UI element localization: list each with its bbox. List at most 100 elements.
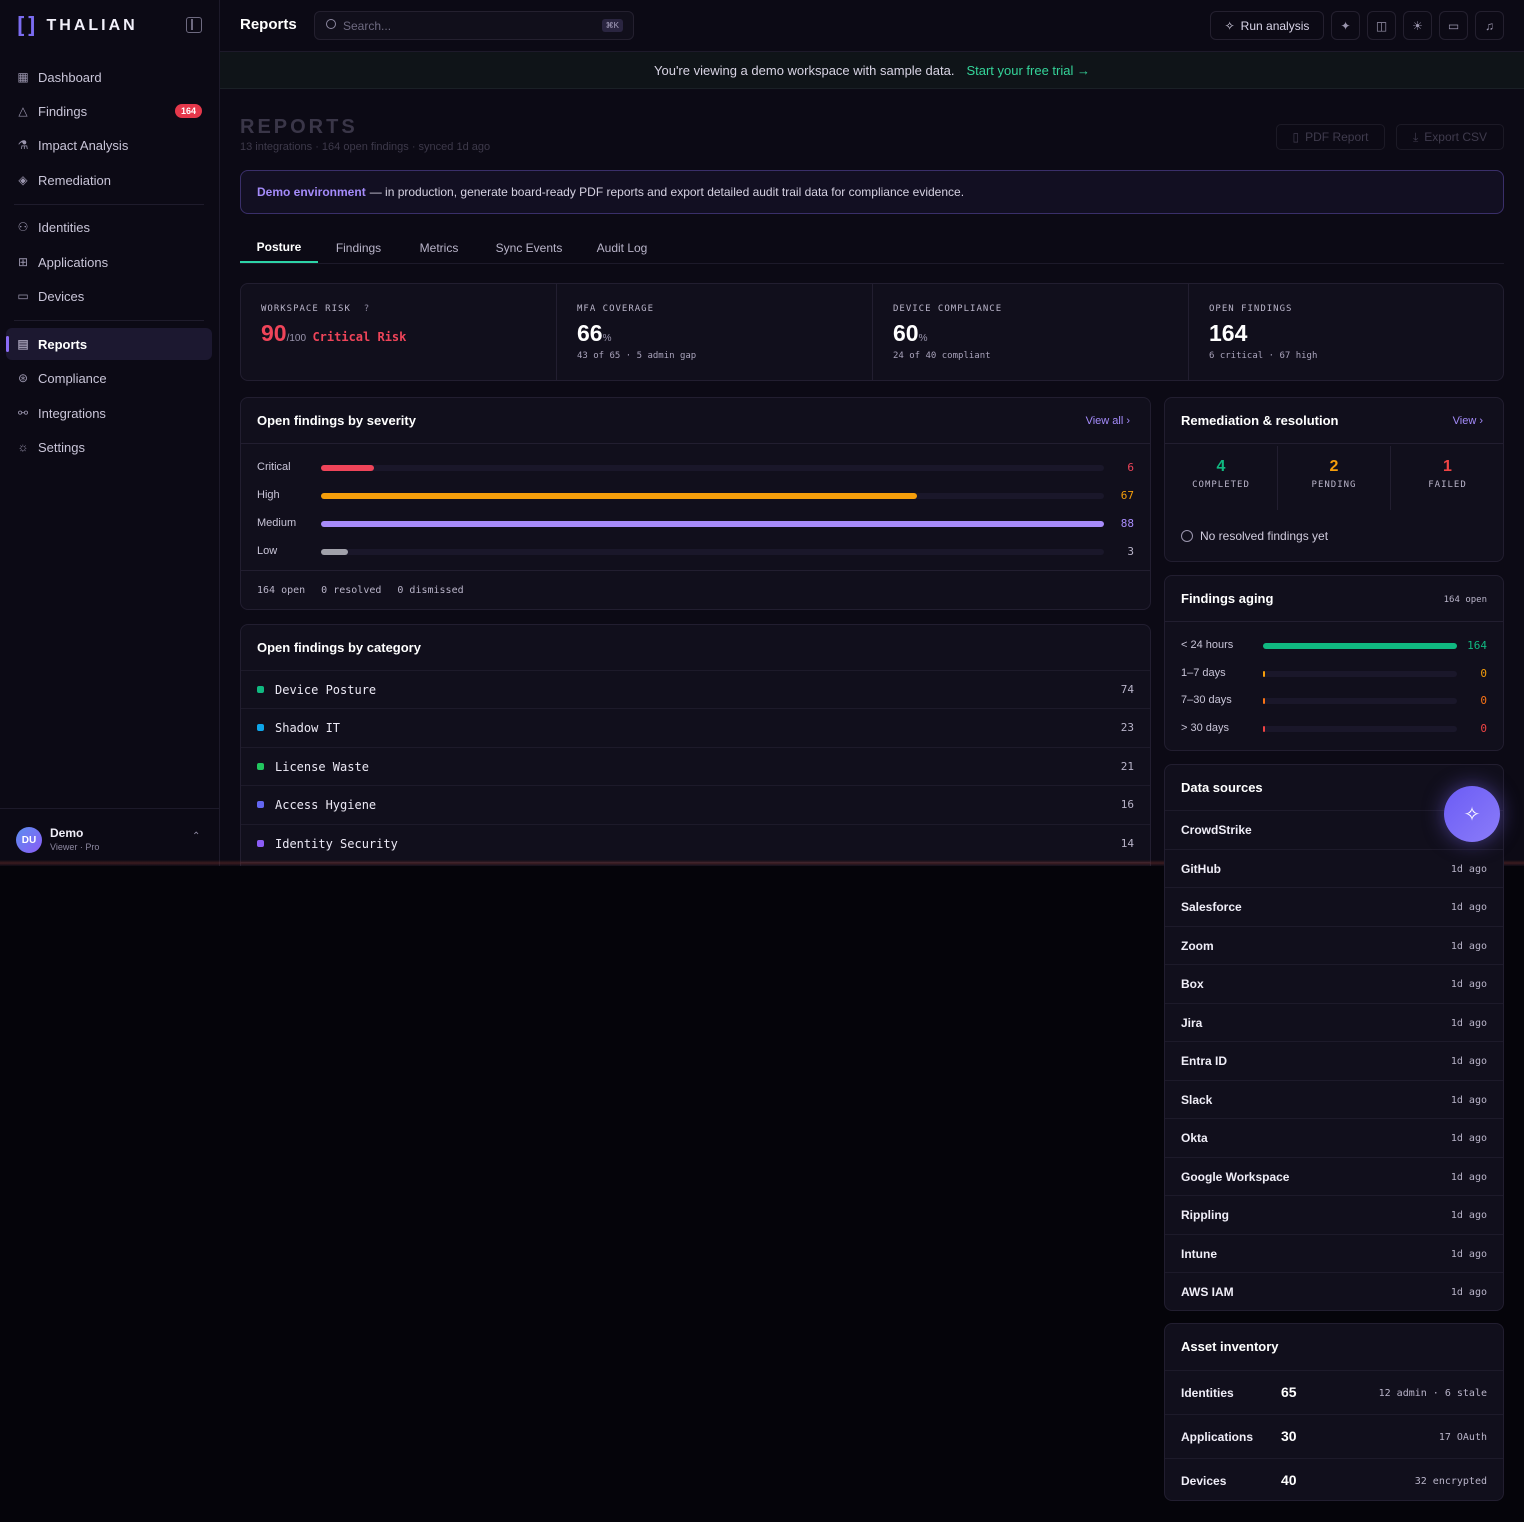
book-icon[interactable]: ◫: [1367, 11, 1396, 40]
data-source-row[interactable]: Entra ID 1d ago: [1165, 1041, 1503, 1079]
source-name: GitHub: [1181, 861, 1221, 876]
category-name: Identity Security: [275, 836, 398, 851]
sidebar-item-devices[interactable]: ▭ Devices: [6, 280, 212, 312]
tab-audit-log[interactable]: Audit Log: [588, 232, 656, 263]
source-sync-time: 1d ago: [1450, 863, 1487, 875]
tab-sync-events[interactable]: Sync Events: [486, 232, 572, 263]
data-source-row[interactable]: Slack 1d ago: [1165, 1079, 1503, 1118]
category-row[interactable]: Access Hygiene 16: [241, 785, 1150, 823]
data-source-row[interactable]: Google Workspace 1d ago: [1165, 1156, 1503, 1195]
sidebar-item-compliance[interactable]: ⊛ Compliance: [6, 362, 212, 394]
severity-label: Medium: [257, 517, 297, 529]
sidebar-item-identities[interactable]: ⚇ Identities: [6, 211, 212, 243]
data-source-row[interactable]: Zoom 1d ago: [1165, 925, 1503, 964]
notice-text: — in production, generate board-ready PD…: [369, 185, 965, 199]
run-analysis-button[interactable]: ✧ Run analysis: [1210, 11, 1324, 40]
failed-count: 1: [1443, 458, 1452, 475]
aging-count: 0: [1480, 666, 1487, 680]
data-source-row[interactable]: GitHub 1d ago: [1165, 848, 1503, 887]
category-name: Shadow IT: [275, 721, 341, 736]
export-csv-button[interactable]: ⤓ Export CSV: [1396, 124, 1504, 150]
category-name: Access Hygiene: [275, 798, 377, 813]
ai-sparkle-icon[interactable]: ✦: [1331, 11, 1360, 40]
brand-name: THALIAN: [46, 17, 138, 34]
brand[interactable]: [] THALIAN: [14, 13, 138, 39]
data-source-row[interactable]: Salesforce 1d ago: [1165, 887, 1503, 925]
sidebar-item-reports[interactable]: ▤ Reports: [6, 328, 212, 360]
ai-assistant-button[interactable]: ✧: [1444, 786, 1500, 842]
remediation-completed: 4 COMPLETED: [1165, 446, 1278, 510]
data-source-row[interactable]: Jira 1d ago: [1165, 1002, 1503, 1041]
nodes-icon: ⚯: [17, 406, 29, 420]
severity-bar-track: [321, 549, 1104, 555]
export-csv-label: Export CSV: [1424, 130, 1487, 144]
category-name: License Waste: [275, 759, 369, 774]
inventory-note: 32 encrypted: [1414, 1476, 1487, 1487]
category-row[interactable]: Identity Security 14: [241, 823, 1150, 862]
card-title: Open findings by category: [257, 640, 421, 655]
source-sync-time: 1d ago: [1450, 1287, 1487, 1298]
kpi-mfa-coverage: MFA COVERAGE 66% 43 of 65 · 5 admin gap: [557, 284, 873, 380]
data-source-row[interactable]: Box 1d ago: [1165, 964, 1503, 1002]
report-icon: ▤: [17, 337, 29, 351]
inventory-name: Identities: [1181, 1386, 1234, 1400]
search-box[interactable]: ⌘K: [314, 11, 634, 40]
view-link[interactable]: View ›: [1453, 415, 1483, 427]
tab-posture[interactable]: Posture: [240, 232, 318, 263]
free-trial-link[interactable]: Start your free trial →: [966, 63, 1090, 78]
sidebar-item-settings[interactable]: ☼ Settings: [6, 431, 212, 463]
sidebar-item-applications[interactable]: ⊞ Applications: [6, 246, 212, 278]
source-name: Box: [1181, 977, 1204, 991]
category-count: 21: [1120, 759, 1134, 773]
bell-icon[interactable]: ♫: [1475, 11, 1504, 40]
data-source-row[interactable]: AWS IAM 1d ago: [1165, 1272, 1503, 1310]
user-menu[interactable]: DU Demo Viewer · Pro ⌃: [0, 808, 220, 866]
chevron-up-icon[interactable]: ⌃: [192, 831, 200, 842]
data-sources-card: Data sources CrowdStrike GitHub 1d ago Sale…: [1164, 764, 1504, 1311]
inventory-note: 17 OAuth: [1438, 1432, 1487, 1443]
completed-label: COMPLETED: [1192, 480, 1250, 490]
card-title: Open findings by severity: [257, 413, 416, 428]
source-sync-time: 1d ago: [1450, 1210, 1487, 1221]
kpi-workspace-risk: WORKSPACE RISK ? 90/100 Critical Risk: [241, 284, 557, 380]
view-all-link[interactable]: View all ›: [1086, 415, 1130, 427]
inventory-name: Applications: [1181, 1430, 1254, 1444]
tab-findings[interactable]: Findings: [326, 232, 391, 263]
sidebar-item-findings[interactable]: △ Findings 164: [6, 95, 212, 127]
help-icon[interactable]: ?: [364, 304, 370, 314]
sidebar-item-remediation[interactable]: ◈ Remediation: [6, 164, 212, 196]
sun-icon[interactable]: ☀: [1403, 11, 1432, 40]
sidebar-item-label: Identities: [38, 219, 91, 235]
category-row[interactable]: Device Posture 74: [241, 670, 1150, 708]
sidebar-collapse-icon[interactable]: [186, 17, 202, 33]
source-sync-time: 1d ago: [1450, 902, 1487, 913]
sidebar-item-label: Devices: [38, 288, 85, 304]
data-source-row[interactable]: Okta 1d ago: [1165, 1118, 1503, 1156]
sidebar-item-label: Settings: [38, 439, 85, 455]
search-input[interactable]: [343, 17, 593, 35]
sidebar-item-impact-analysis[interactable]: ⚗ Impact Analysis: [6, 129, 212, 161]
sidebar-item-dashboard[interactable]: ▦ Dashboard: [6, 61, 212, 93]
category-row[interactable]: Shadow IT 23: [241, 708, 1150, 746]
demo-notice: Demo environment — in production, genera…: [240, 170, 1504, 214]
inventory-row[interactable]: Applications 30 17 OAuth: [1165, 1414, 1503, 1458]
logo-icon: []: [14, 13, 38, 39]
data-source-row[interactable]: Intune 1d ago: [1165, 1233, 1503, 1272]
kpi-sub: 43 of 65 · 5 admin gap: [577, 351, 697, 361]
aging-count: 0: [1480, 694, 1487, 708]
inventory-row[interactable]: Identities 65 12 admin · 6 stale: [1165, 1370, 1503, 1414]
tab-metrics[interactable]: Metrics: [406, 232, 472, 263]
page-heading: REPORTS: [240, 116, 358, 138]
sidebar-item-integrations[interactable]: ⚯ Integrations: [6, 397, 212, 429]
inventory-row[interactable]: Devices 40 32 encrypted: [1165, 1458, 1503, 1502]
user-icon: ⚇: [17, 220, 29, 234]
data-source-row[interactable]: Rippling 1d ago: [1165, 1195, 1503, 1233]
kpi-value: 66%: [577, 320, 612, 346]
remediation-card: Remediation & resolution View › 4 COMPLE…: [1164, 397, 1504, 562]
pdf-report-button[interactable]: ▯ PDF Report: [1276, 124, 1385, 150]
user-name: Demo: [50, 826, 84, 840]
sidebar: [] THALIAN ▦ Dashboard △ Findings 164 ⚗ …: [0, 0, 220, 866]
message-icon[interactable]: ▭: [1439, 11, 1468, 40]
category-row[interactable]: License Waste 21: [241, 746, 1150, 785]
source-sync-time: 1d ago: [1450, 1171, 1487, 1183]
